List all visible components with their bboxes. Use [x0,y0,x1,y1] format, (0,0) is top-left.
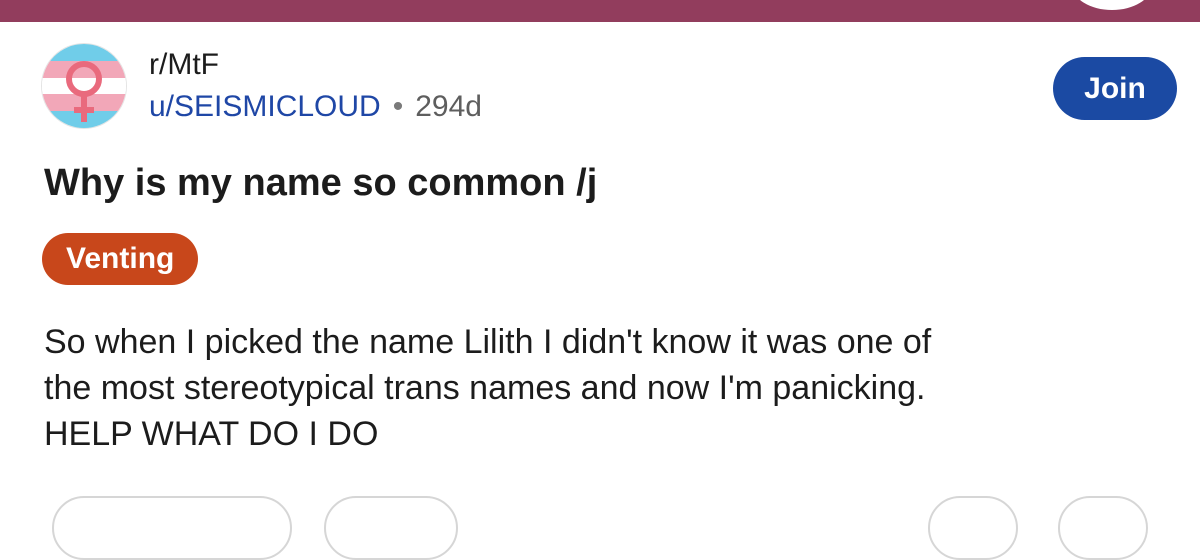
comments-button[interactable] [324,496,458,560]
vote-button[interactable] [52,496,292,560]
author-username[interactable]: u/SEISMICLOUD [149,90,381,123]
post-body: So when I picked the name Lilith I didn'… [44,319,1174,457]
post-body-line: HELP WHAT DO I DO [44,415,379,453]
meta-separator: • [392,90,404,123]
award-button[interactable] [928,496,1018,560]
app-header-bar [0,0,1200,22]
subreddit-name[interactable]: r/MtF [149,47,219,83]
venus-symbol-icon [42,44,126,128]
post-age: 294d [415,90,482,123]
profile-avatar-button[interactable] [1072,0,1152,10]
join-button[interactable]: Join [1053,57,1177,120]
share-button[interactable] [1058,496,1148,560]
post-meta: u/SEISMICLOUD • 294d [149,88,482,126]
post-body-line: So when I picked the name Lilith I didn'… [44,323,932,361]
post-flair[interactable]: Venting [42,233,199,285]
post-body-line: the most stereotypical trans names and n… [44,369,926,407]
subreddit-avatar[interactable] [42,44,126,128]
post-title[interactable]: Why is my name so common /j [44,160,597,206]
